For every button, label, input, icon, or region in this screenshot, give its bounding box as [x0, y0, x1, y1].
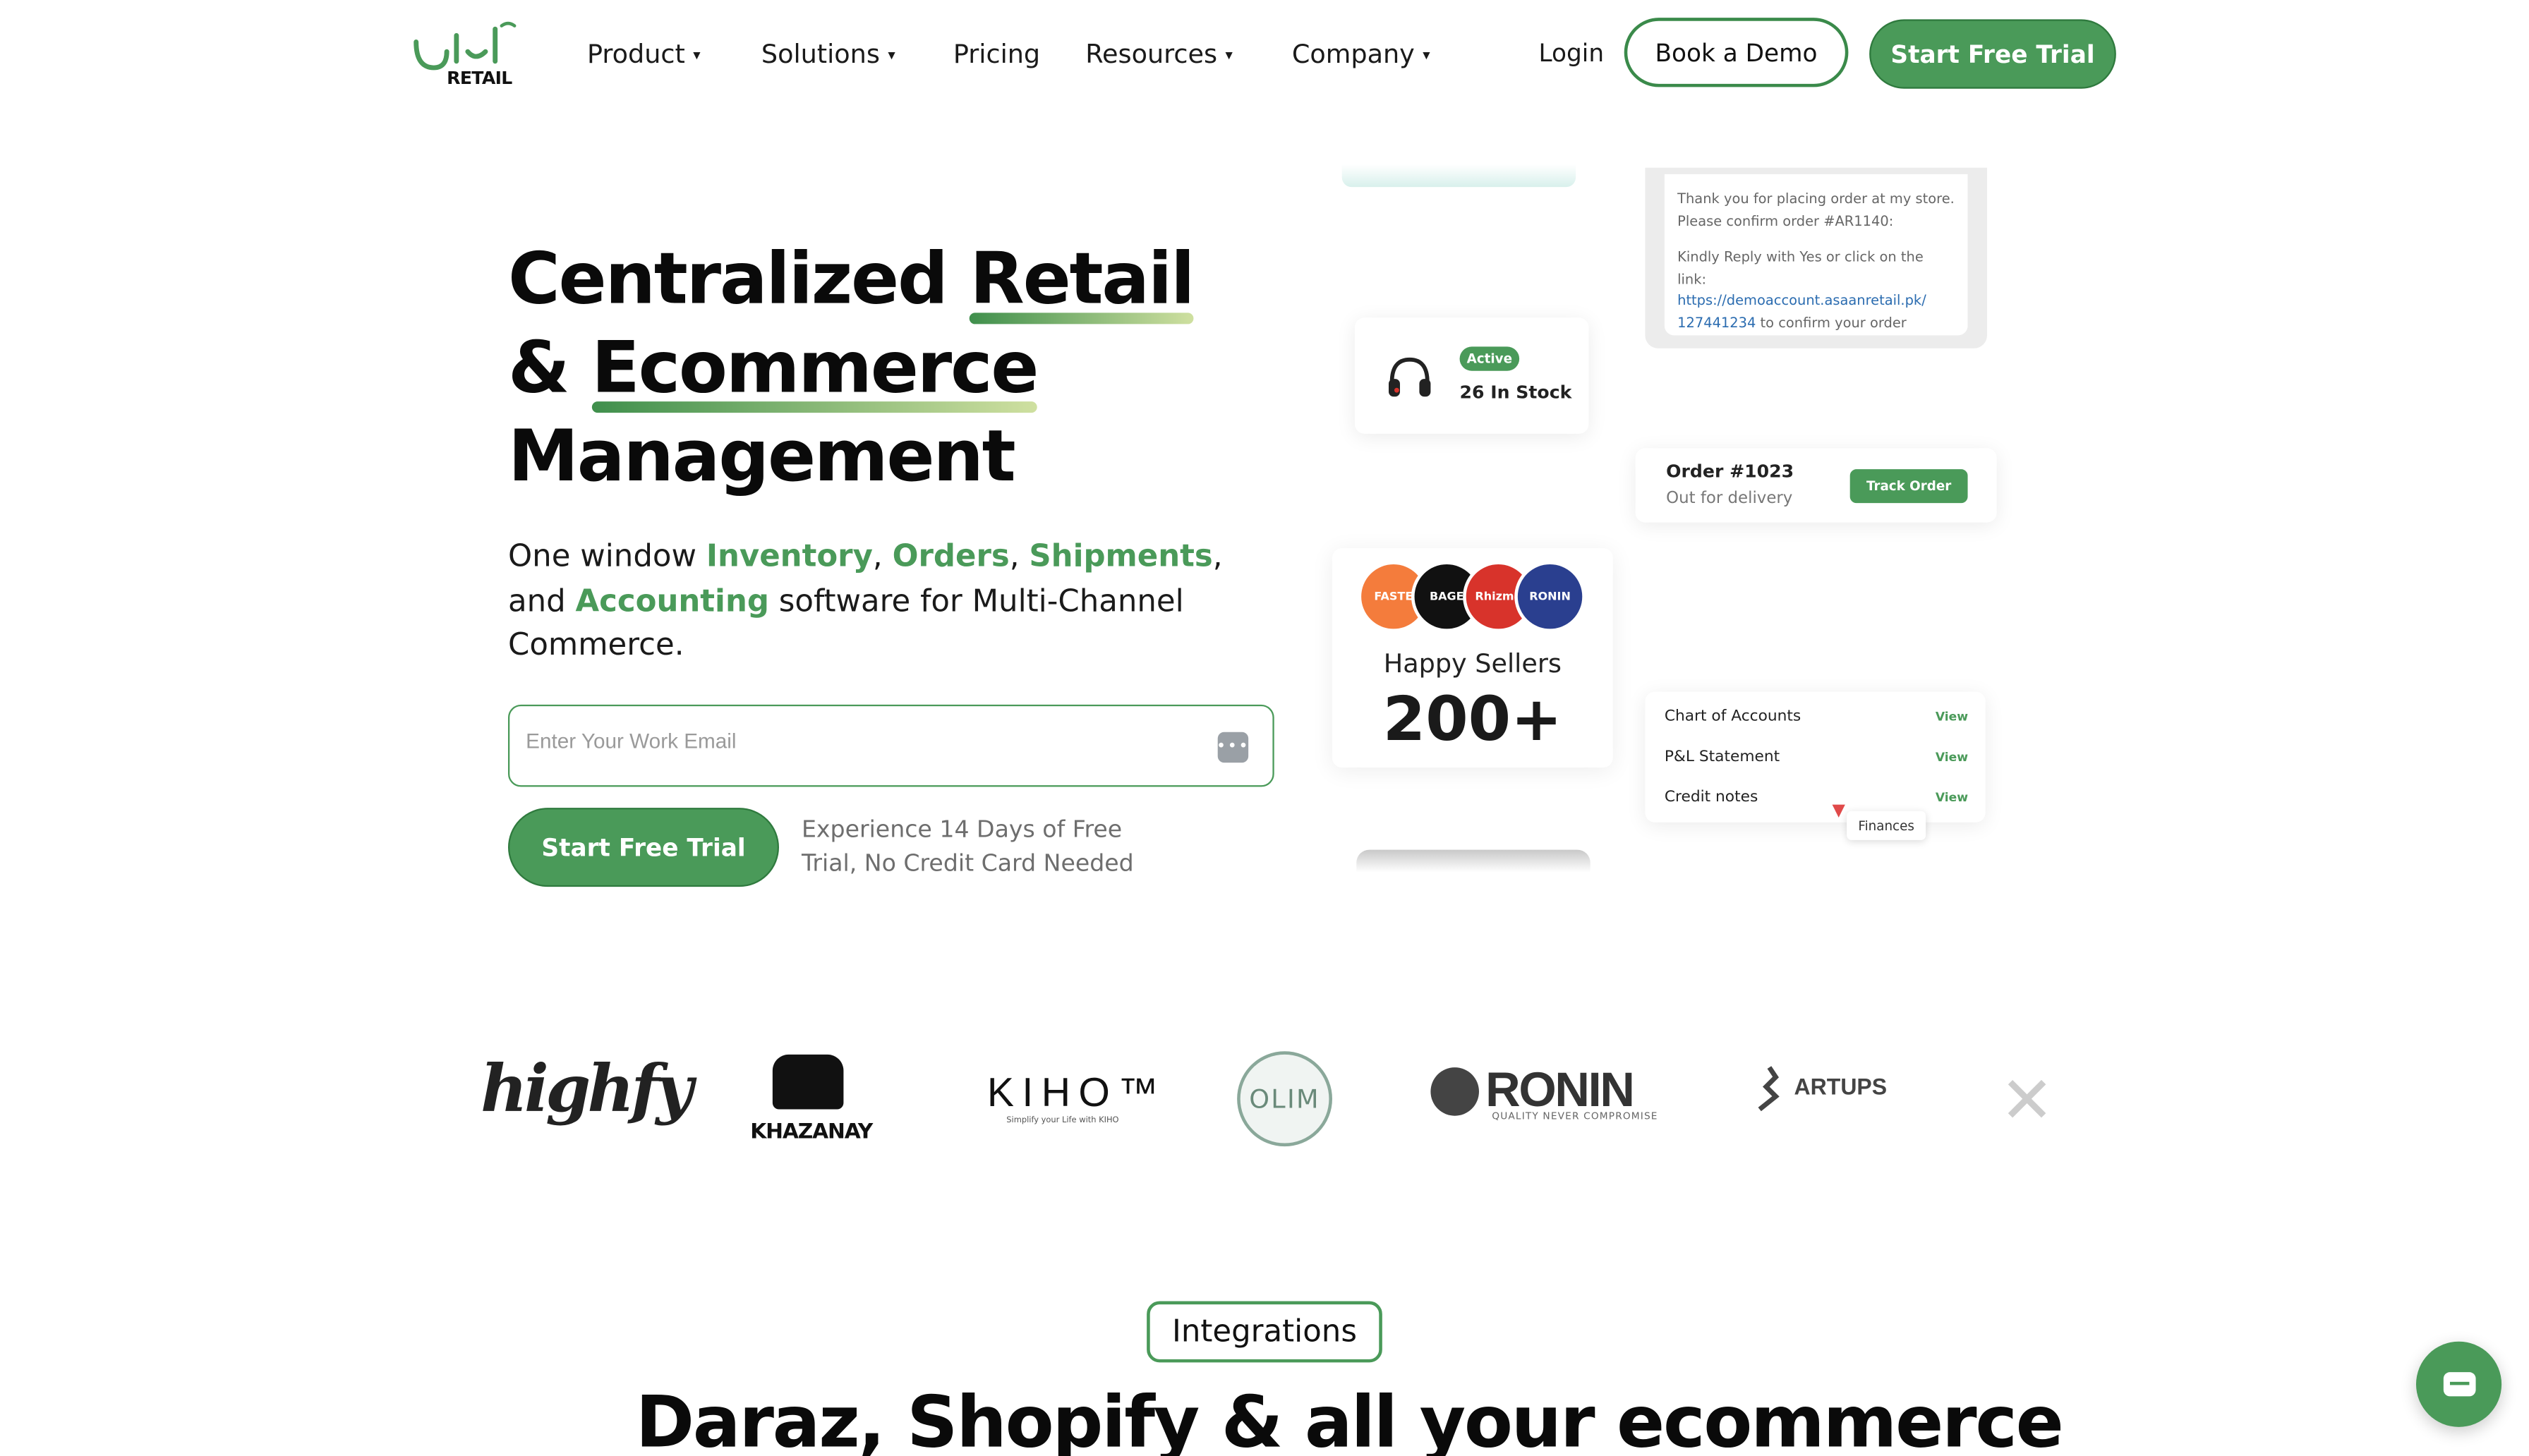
integrations-pill: Integrations — [1147, 1301, 1382, 1363]
chest-icon — [772, 1054, 844, 1110]
finance-view-link[interactable]: View — [1936, 710, 1968, 724]
message-line: Thank you for placing order at my store. — [1677, 191, 1955, 208]
trial-note: Experience 14 Days of Free Trial, No Cre… — [801, 817, 1134, 878]
happy-sellers-card: FASTE BAGE Rhizma RONIN Happy Sellers 20… — [1332, 548, 1613, 768]
nav-solutions-label: Solutions — [761, 38, 880, 70]
hero-title-highlight-retail: Retail — [970, 236, 1195, 324]
nav-solutions[interactable]: Solutions ▾ — [761, 39, 895, 69]
finance-row-label: Credit notes — [1664, 788, 1758, 806]
brand-tagline: Simplify your Life with KIHO — [1006, 1115, 1119, 1126]
brand-logo-partial-icon: ✕ — [2000, 1065, 2054, 1137]
hero-title: Centralized Retail & Ecommerce Managemen… — [507, 236, 1195, 502]
chat-icon — [2442, 1372, 2475, 1397]
chat-button[interactable] — [2415, 1341, 2502, 1427]
finance-row-label: Chart of Accounts — [1664, 708, 1801, 726]
brand-logo[interactable]: RETAIL — [411, 19, 524, 93]
chevron-down-icon: ▾ — [1423, 47, 1430, 64]
hero-title-text: & — [507, 327, 592, 410]
chevron-down-icon: ▾ — [1225, 47, 1233, 64]
logo-mark-icon — [414, 21, 517, 71]
nav-resources[interactable]: Resources ▾ — [1085, 39, 1233, 69]
message-link[interactable]: 127441234 — [1677, 315, 1756, 332]
stock-count: 26 In Stock — [1459, 382, 1572, 404]
message-line: Please confirm order #AR1140: — [1677, 213, 1894, 230]
stock-card: Active 26 In Stock — [1354, 317, 1589, 434]
hero-title-text: Centralized — [507, 238, 970, 321]
message-card: Thank you for placing order at my store.… — [1645, 167, 1987, 348]
finances-card: Chart of Accounts View P&L Statement Vie… — [1645, 691, 1986, 823]
brand-name: KHAZANAY — [750, 1120, 873, 1145]
finance-row-label: P&L Statement — [1664, 748, 1780, 766]
nav-pricing[interactable]: Pricing — [953, 39, 1040, 69]
sub-highlight-shipments: Shipments — [1029, 538, 1213, 574]
message-line: Kindly Reply with Yes or click on the li… — [1677, 250, 1924, 288]
brand-logo-highfy: highfy — [481, 1051, 693, 1127]
sub-text: One window — [507, 538, 706, 574]
nav-product-label: Product — [586, 38, 685, 70]
start-trial-button-nav[interactable]: Start Free Trial — [1869, 19, 2116, 89]
pointer-cursor-icon — [1832, 804, 1845, 818]
chevron-down-icon: ▾ — [888, 47, 895, 64]
ronin-emblem-icon — [1430, 1067, 1479, 1116]
book-demo-button[interactable]: Book a Demo — [1624, 18, 1849, 87]
sub-text: , — [1009, 538, 1030, 574]
track-order-button[interactable]: Track Order — [1849, 469, 1968, 504]
sub-highlight-accounting: Accounting — [575, 583, 769, 619]
brand-logo-artups: ARTUPS — [1754, 1064, 1888, 1113]
brand-logo-khazanay: KHAZANAY — [747, 1054, 876, 1145]
hero-subtitle: One window Inventory, Orders, Shipments,… — [508, 535, 1266, 669]
nav-pricing-label: Pricing — [953, 38, 1041, 70]
hero-title-highlight-ecommerce: Ecommerce — [591, 324, 1039, 413]
email-field[interactable] — [526, 729, 1204, 753]
finance-view-link[interactable]: View — [1936, 750, 1968, 765]
finance-view-link[interactable]: View — [1936, 790, 1968, 805]
login-link[interactable]: Login — [1539, 39, 1604, 68]
headphones-icon — [1388, 357, 1431, 397]
sub-text: , — [872, 538, 893, 574]
artups-figure-icon — [1758, 1066, 1780, 1112]
faded-card — [1356, 849, 1591, 873]
nav-resources-label: Resources — [1085, 38, 1218, 70]
brand-logo-kiho: KIHO™ — [986, 1070, 1166, 1116]
message-bubble: Thank you for placing order at my store.… — [1664, 174, 1968, 336]
faded-card — [1341, 164, 1576, 188]
chevron-down-icon: ▾ — [693, 47, 701, 64]
brand-tagline: QUALITY NEVER COMPROMISE — [1492, 1110, 1658, 1122]
hero-title-text: Management — [507, 415, 1016, 499]
sub-highlight-inventory: Inventory — [706, 538, 873, 574]
finances-tag: Finances — [1847, 811, 1926, 840]
nav-company[interactable]: Company ▾ — [1292, 39, 1430, 69]
email-field-wrapper: ••• — [507, 704, 1274, 787]
nav-company-label: Company — [1291, 38, 1415, 70]
nav-product[interactable]: Product ▾ — [587, 39, 701, 69]
happy-sellers-label: Happy Sellers — [1383, 648, 1562, 679]
integrations-title: Daraz, Shopify & all your ecommerce — [635, 1381, 2064, 1456]
message-line: to confirm your order — [1756, 315, 1907, 332]
seller-avatar: RONIN — [1514, 561, 1586, 632]
sub-highlight-orders: Orders — [892, 538, 1010, 574]
logo-text: RETAIL — [447, 67, 512, 89]
brand-logo-olim: OLIM — [1237, 1051, 1332, 1147]
order-card: Order #1023 Out for delivery Track Order — [1635, 448, 1997, 523]
message-link[interactable]: https://demoaccount.asaanretail.pk/ — [1677, 292, 1955, 314]
happy-sellers-count: 200+ — [1382, 684, 1562, 755]
order-id: Order #1023 — [1666, 461, 1794, 483]
brand-name: ARTUPS — [1794, 1073, 1888, 1100]
status-badge: Active — [1459, 346, 1520, 371]
order-status: Out for delivery — [1666, 490, 1793, 508]
start-trial-button-hero[interactable]: Start Free Trial — [507, 808, 779, 887]
more-dots-icon[interactable]: ••• — [1217, 732, 1249, 763]
